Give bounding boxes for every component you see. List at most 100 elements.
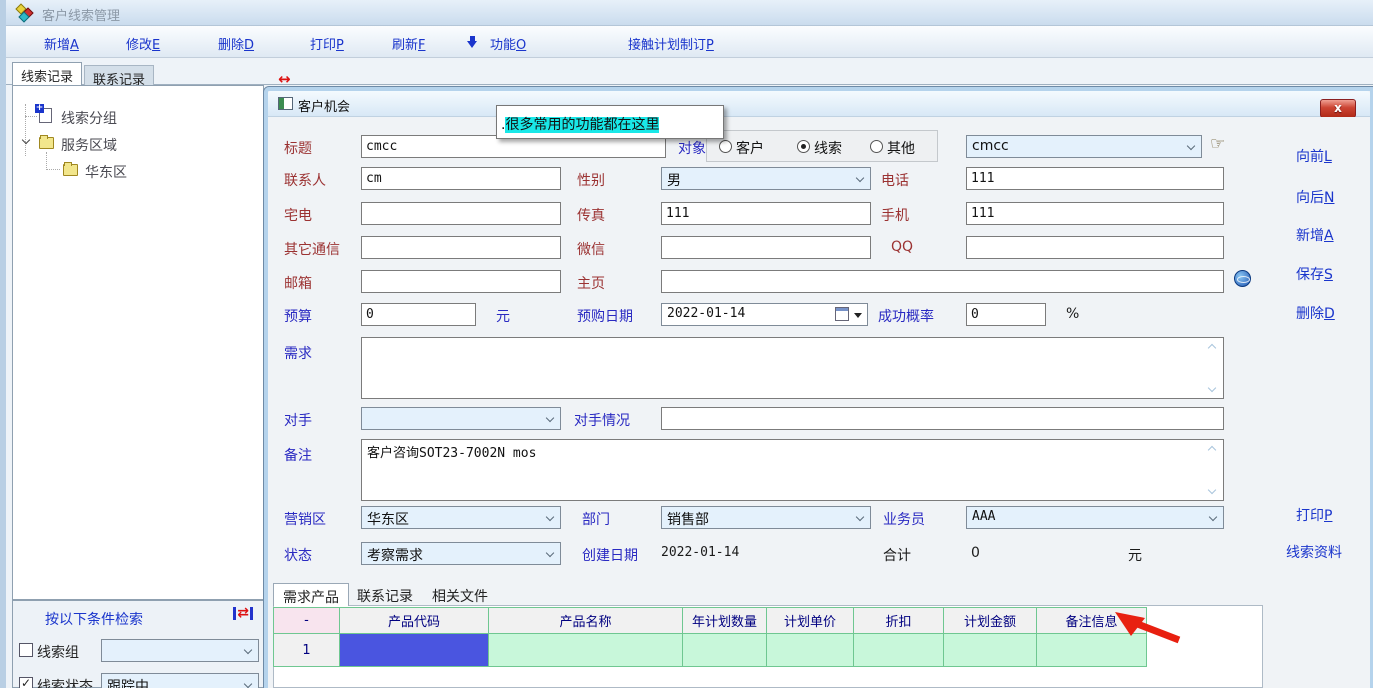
tree-item-lead-group[interactable]: 线索分组 — [61, 108, 117, 128]
home-phone-input[interactable] — [361, 202, 561, 225]
toolbar-functions-button[interactable]: 功能O — [490, 34, 526, 53]
purchase-date-label: 预购日期 — [577, 306, 633, 326]
prev-button[interactable]: 向前L — [1296, 146, 1332, 166]
expander-chevron-icon[interactable] — [22, 136, 30, 144]
rival-label: 对手 — [284, 410, 312, 430]
toolbar-edit-button[interactable]: 修改E — [126, 34, 160, 53]
tab-contact-log[interactable]: 联系记录 — [348, 583, 422, 606]
home-phone-label: 宅电 — [284, 205, 312, 225]
hand-pointer-icon[interactable]: ☞ — [1210, 134, 1225, 154]
salesman-combo[interactable]: AAA — [966, 506, 1224, 529]
window-titlebar: 客户线索管理 — [6, 0, 1373, 26]
rival-info-label: 对手情况 — [574, 410, 630, 430]
discount-cell[interactable] — [854, 634, 944, 667]
toolbar-refresh-button[interactable]: 刷新F — [392, 34, 426, 53]
qq-input[interactable] — [966, 236, 1224, 259]
contact-input[interactable] — [361, 167, 561, 190]
header-product-name[interactable]: 产品名称 — [489, 608, 683, 634]
header-minus[interactable]: - — [274, 608, 340, 634]
tree-item-service-region[interactable]: 服务区域 — [61, 135, 117, 155]
plan-amount-cell[interactable] — [944, 634, 1037, 667]
splitter-handle-icon[interactable]: ↔ — [278, 70, 291, 88]
folder-icon — [39, 137, 54, 149]
tab-lead-records[interactable]: 线索记录 — [12, 62, 82, 85]
other-comm-input[interactable] — [361, 236, 561, 259]
wechat-input[interactable] — [661, 236, 871, 259]
dialog-body: 标题 对象 客户 线索 其他 cmcc ☞ 联系人 性别 男 电话 — [268, 117, 1370, 688]
toolbar-delete-button[interactable]: 删除D — [218, 34, 254, 53]
radio-lead[interactable] — [797, 140, 810, 153]
tree-item-huadong[interactable]: 华东区 — [85, 162, 127, 182]
gender-combo[interactable]: 男 — [661, 167, 871, 190]
title-label: 标题 — [284, 138, 312, 158]
globe-icon[interactable] — [1234, 270, 1251, 287]
success-rate-label: 成功概率 — [878, 306, 934, 326]
lead-group-checkbox[interactable] — [19, 643, 33, 657]
product-code-cell-selected[interactable] — [340, 634, 489, 667]
remark-textarea[interactable]: 客户咨询SOT23-7002N mos — [361, 439, 1224, 501]
header-discount[interactable]: 折扣 — [854, 608, 944, 634]
status-label: 状态 — [284, 545, 312, 565]
tooltip: .很多常用的功能都在这里 — [496, 105, 724, 139]
delete-button[interactable]: 删除D — [1296, 303, 1335, 323]
lead-status-checkbox[interactable] — [19, 677, 33, 688]
print-button[interactable]: 打印P — [1296, 505, 1332, 525]
next-button[interactable]: 向后N — [1296, 187, 1334, 207]
tab-related-files[interactable]: 相关文件 — [423, 583, 497, 606]
chevron-down-icon — [546, 513, 554, 521]
department-combo[interactable]: 销售部 — [661, 506, 871, 529]
purchase-date-picker[interactable]: 2022-01-14 — [661, 303, 868, 326]
lead-group-filter-combo[interactable] — [101, 639, 259, 662]
toolbar-print-button[interactable]: 打印P — [310, 34, 344, 53]
phone-input[interactable] — [966, 167, 1224, 190]
success-rate-input[interactable] — [966, 303, 1046, 326]
target-label: 对象 — [678, 138, 706, 158]
demand-label: 需求 — [284, 343, 312, 363]
header-plan-price[interactable]: 计划单价 — [767, 608, 854, 634]
region-combo[interactable]: 华东区 — [361, 506, 561, 529]
product-name-cell[interactable] — [489, 634, 683, 667]
total-value: 0 — [971, 545, 980, 561]
header-plan-amount[interactable]: 计划金额 — [944, 608, 1037, 634]
rival-combo[interactable] — [361, 407, 561, 430]
annual-plan-qty-cell[interactable] — [683, 634, 767, 667]
qq-label: QQ — [891, 239, 913, 255]
create-date-label: 创建日期 — [582, 545, 638, 565]
fax-input[interactable] — [661, 202, 871, 225]
other-comm-label: 其它通信 — [284, 239, 340, 259]
product-table: - 产品代码 产品名称 年计划数量 计划单价 折扣 计划金额 备注信息 1 — [273, 607, 1147, 667]
tab-demand-products[interactable]: 需求产品 — [273, 583, 349, 606]
email-label: 邮箱 — [284, 273, 312, 293]
row-number-cell[interactable]: 1 — [274, 634, 340, 667]
radio-customer[interactable] — [719, 140, 732, 153]
homepage-input[interactable] — [661, 270, 1224, 293]
save-button[interactable]: 保存S — [1296, 264, 1333, 284]
budget-input[interactable] — [361, 303, 476, 326]
add-button[interactable]: 新增A — [1296, 225, 1334, 245]
toolbar-add-button[interactable]: 新增A — [44, 34, 79, 53]
target-combo[interactable]: cmcc — [966, 135, 1202, 158]
close-button[interactable]: x — [1320, 99, 1356, 118]
mobile-input[interactable] — [966, 202, 1224, 225]
homepage-label: 主页 — [577, 273, 605, 293]
chevron-down-icon — [1187, 142, 1195, 150]
header-product-code[interactable]: 产品代码 — [340, 608, 489, 634]
plan-price-cell[interactable] — [767, 634, 854, 667]
lead-status-filter-combo[interactable]: 跟踪中 — [101, 673, 259, 688]
swap-arrows-icon[interactable]: ⇄ — [233, 607, 253, 620]
radio-other[interactable] — [870, 140, 883, 153]
lead-info-button[interactable]: 线索资料 — [1286, 542, 1342, 562]
status-combo[interactable]: 考察需求 — [361, 542, 561, 565]
header-annual-plan-qty[interactable]: 年计划数量 — [683, 608, 767, 634]
create-date-value: 2022-01-14 — [661, 545, 739, 560]
rival-info-input[interactable] — [661, 407, 1224, 430]
total-unit: 元 — [1128, 545, 1142, 565]
chevron-down-icon — [1209, 513, 1217, 521]
toolbar-contact-plan-button[interactable]: 接触计划制订P — [628, 34, 714, 53]
phone-label: 电话 — [881, 170, 909, 190]
down-arrow-icon — [467, 36, 478, 49]
email-input[interactable] — [361, 270, 561, 293]
total-label: 合计 — [883, 545, 911, 565]
tab-contact-records[interactable]: 联系记录 — [84, 65, 154, 85]
demand-textarea[interactable] — [361, 337, 1224, 399]
